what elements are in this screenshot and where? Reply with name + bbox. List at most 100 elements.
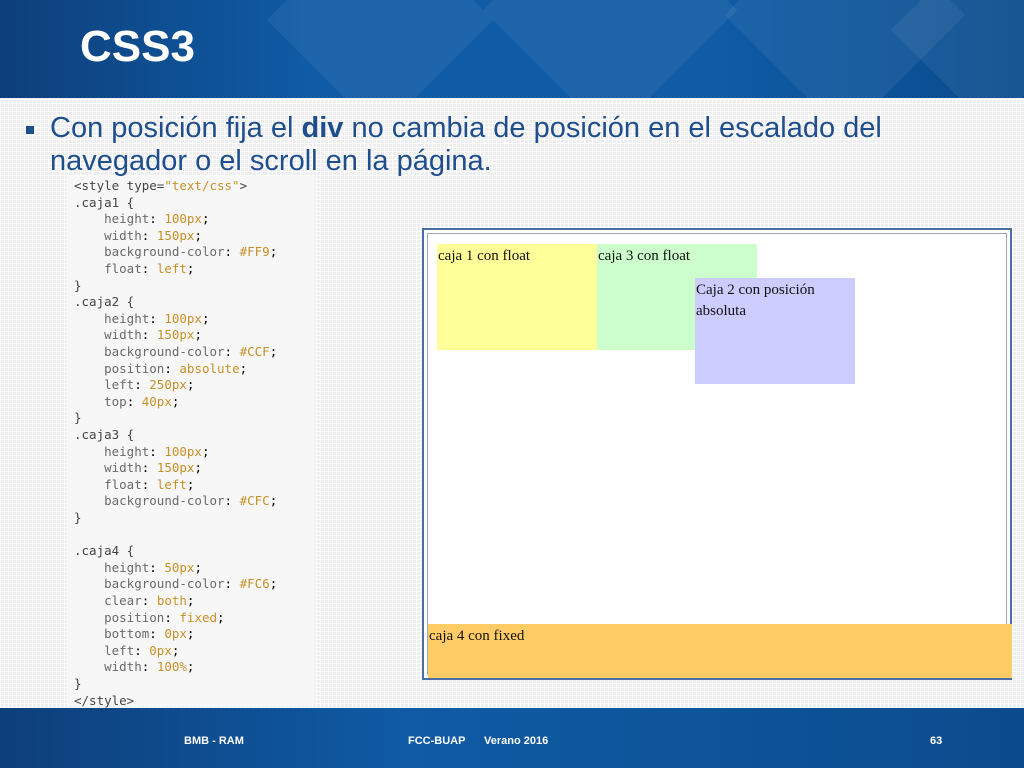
code-line: </style> xyxy=(74,693,134,710)
code-line: position: fixed; xyxy=(104,609,225,625)
code-value: 100px xyxy=(164,443,202,459)
code-property: left xyxy=(104,377,135,393)
code-value: #FF9 xyxy=(239,244,270,260)
slide-header: CSS3 xyxy=(0,0,1024,98)
code-line: background-color: #FC6; xyxy=(104,576,278,592)
code-line: width: 150px; xyxy=(104,460,202,476)
code-line: } xyxy=(74,410,82,427)
caja4-fixed-box: caja 4 con fixed xyxy=(428,624,1012,678)
code-line: .caja1 { xyxy=(74,195,134,212)
code-line: float: left; xyxy=(104,476,195,492)
code-line: .caja2 { xyxy=(74,294,134,311)
code-line: bottom: 0px; xyxy=(104,626,195,642)
code-property: background-color xyxy=(104,344,225,359)
caja1-float-box: caja 1 con float xyxy=(437,244,597,350)
code-property: width xyxy=(104,227,142,243)
code-line: } xyxy=(74,278,82,295)
code-line: top: 40px; xyxy=(104,393,180,409)
code-property: width xyxy=(104,460,142,476)
code-text: </style> xyxy=(74,692,135,708)
browser-demo-viewport: caja 1 con float caja 3 con float Caja 2… xyxy=(427,233,1012,678)
code-property: height xyxy=(104,310,150,326)
code-property: bottom xyxy=(104,626,150,642)
code-text: .caja1 { xyxy=(74,194,135,210)
code-value: 150px xyxy=(156,460,195,476)
slide-footer: BMB - RAM FCC-BUAP Verano 2016 63 xyxy=(0,708,1024,768)
code-line: left: 250px; xyxy=(104,377,195,393)
code-text: } xyxy=(74,410,82,426)
code-property: clear xyxy=(104,593,142,608)
code-line: <style type="text/css"> xyxy=(74,178,247,195)
code-line: clear: both; xyxy=(104,593,195,608)
code-value: 150px xyxy=(156,327,195,343)
footer-author: BMB - RAM xyxy=(184,735,244,747)
code-property: position xyxy=(104,609,165,625)
bullet-text-bold: div xyxy=(301,112,344,144)
browser-demo-frame: caja 1 con float caja 3 con float Caja 2… xyxy=(422,228,1012,680)
bullet-marker-icon xyxy=(26,126,34,134)
code-property: height xyxy=(104,211,150,227)
code-value: 250px xyxy=(149,377,187,393)
code-text: } xyxy=(74,676,82,691)
code-line: } xyxy=(74,676,82,693)
code-value: 50px xyxy=(164,559,195,575)
code-value: both xyxy=(156,593,187,608)
code-text: .caja3 { xyxy=(74,427,135,442)
code-line: .caja3 { xyxy=(74,427,134,444)
code-property: left xyxy=(104,642,135,658)
footer-term: Verano 2016 xyxy=(484,735,549,747)
code-line: width: 150px; xyxy=(104,327,202,343)
code-value: 0px xyxy=(149,642,172,658)
code-property: top xyxy=(104,393,127,409)
slide-title: CSS3 xyxy=(80,22,195,71)
code-line: height: 100px; xyxy=(104,310,210,326)
code-line: width: 150px; xyxy=(104,227,202,243)
code-property: background-color xyxy=(104,576,225,592)
code-text: .caja2 { xyxy=(74,294,135,310)
bullet-text-before: Con posición fija el xyxy=(50,112,302,144)
code-value: 0px xyxy=(164,626,187,642)
code-line: height: 100px; xyxy=(104,443,210,459)
code-property: position xyxy=(104,360,165,376)
code-line: background-color: #FF9; xyxy=(104,244,278,260)
code-property: width xyxy=(104,327,142,343)
code-property: float xyxy=(104,476,142,492)
code-value: fixed xyxy=(179,609,218,625)
code-value: 150px xyxy=(156,227,195,243)
code-property: background-color xyxy=(104,493,225,509)
code-text: .caja4 { xyxy=(74,543,135,559)
code-value: left xyxy=(156,261,187,276)
code-value: 40px xyxy=(141,393,172,409)
code-line: background-color: #CFC; xyxy=(104,493,278,509)
code-line: } xyxy=(74,510,82,527)
bullet-text: Con posición fija el div no cambia de po… xyxy=(50,112,1010,178)
code-value: 100% xyxy=(156,659,187,675)
code-property: background-color xyxy=(104,244,225,260)
code-value: absolute xyxy=(179,360,240,376)
code-property: width xyxy=(104,659,142,675)
code-text: <style type="text/css"> xyxy=(74,178,248,193)
code-text: } xyxy=(74,277,82,293)
footer-institution: FCC-BUAP xyxy=(408,735,466,747)
code-line: left: 0px; xyxy=(104,642,180,658)
code-line: .caja4 { xyxy=(74,543,134,560)
footer-page-number: 63 xyxy=(930,735,943,747)
code-line: width: 100%; xyxy=(104,659,195,675)
code-value: #CCF xyxy=(239,344,270,359)
code-property: height xyxy=(104,443,150,459)
code-property: height xyxy=(104,559,150,575)
css-code-panel: <style type="text/css"> .caja1 { height: … xyxy=(66,176,314,708)
code-value: #FC6 xyxy=(239,576,270,592)
code-value: 100px xyxy=(164,310,202,326)
code-line: float: left; xyxy=(104,261,195,276)
code-text: } xyxy=(74,510,82,525)
code-value: #CFC xyxy=(239,493,270,509)
code-line: position: absolute; xyxy=(104,360,248,376)
code-property: float xyxy=(104,261,142,276)
code-value: left xyxy=(156,476,187,492)
code-line: height: 100px; xyxy=(104,211,210,227)
caja2-absolute-box: Caja 2 con posición absoluta xyxy=(695,278,855,384)
code-value: 100px xyxy=(164,211,202,227)
code-line: height: 50px; xyxy=(104,559,202,575)
code-line: background-color: #CCF; xyxy=(104,344,278,359)
